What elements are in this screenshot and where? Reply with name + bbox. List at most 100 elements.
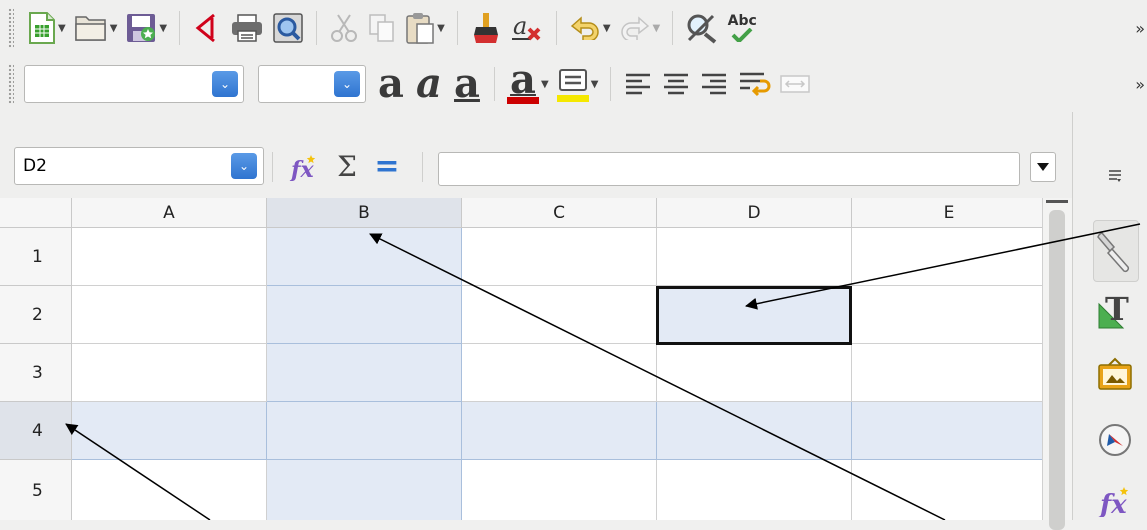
toolbar-overflow-button[interactable]: » [1135, 75, 1145, 94]
column-header-a[interactable]: A [72, 198, 267, 228]
cell-e1[interactable] [852, 228, 1042, 286]
spelling-button[interactable]: Abc [725, 6, 759, 50]
cell-c4[interactable] [462, 402, 657, 460]
sidebar-gallery-button[interactable] [1093, 352, 1137, 396]
cell-a3[interactable] [72, 344, 267, 402]
cell-e3[interactable] [852, 344, 1042, 402]
italic-button[interactable]: a [412, 62, 446, 106]
sidebar-navigator-button[interactable] [1093, 418, 1137, 462]
dropdown-arrow-icon[interactable]: ▼ [653, 23, 661, 34]
column-header-c[interactable]: C [462, 198, 657, 228]
sidebar-menu-button[interactable] [1093, 156, 1137, 196]
name-box-input[interactable] [15, 155, 231, 177]
font-name-dropdown-button[interactable]: ⌄ [212, 71, 238, 97]
sidebar-styles-button[interactable]: T [1093, 290, 1137, 334]
cell-e2[interactable] [852, 286, 1042, 344]
cell-d3[interactable] [657, 344, 852, 402]
print-preview-button[interactable] [270, 6, 306, 50]
font-name-input[interactable] [25, 66, 212, 102]
column-header-e[interactable]: E [852, 198, 1042, 228]
cell-a4[interactable] [72, 402, 267, 460]
row-header-5[interactable]: 5 [0, 460, 72, 520]
export-pdf-button[interactable] [190, 6, 224, 50]
cell-b2[interactable] [267, 286, 462, 344]
expand-formula-bar-button[interactable] [1030, 152, 1056, 182]
cell-d4[interactable] [657, 402, 852, 460]
open-folder-icon [74, 16, 106, 41]
find-replace-button[interactable] [683, 6, 721, 50]
cell-c5[interactable] [462, 460, 657, 520]
toolbar-grip[interactable] [8, 64, 14, 104]
cell-c3[interactable] [462, 344, 657, 402]
function-wizard-button[interactable]: fx [286, 150, 322, 184]
dropdown-arrow-icon[interactable]: ▼ [437, 23, 445, 34]
cell-b1[interactable] [267, 228, 462, 286]
font-color-button[interactable]: a ▼ [505, 59, 551, 106]
sidebar-functions-button[interactable]: fx [1093, 478, 1137, 522]
font-size-dropdown-button[interactable]: ⌄ [334, 71, 360, 97]
open-button[interactable]: ▼ [72, 6, 120, 50]
row-header-2[interactable]: 2 [0, 286, 72, 344]
cell-a5[interactable] [72, 460, 267, 520]
italic-icon: a [416, 60, 442, 107]
scroll-top-marker [1046, 200, 1068, 203]
wrap-text-icon [740, 72, 771, 97]
column-header-d[interactable]: D [657, 198, 852, 228]
dropdown-arrow-icon[interactable]: ▼ [159, 23, 167, 34]
font-name-combo[interactable]: ⌄ [24, 65, 244, 103]
toolbar-overflow-button[interactable]: » [1135, 19, 1145, 38]
row-header-1[interactable]: 1 [0, 228, 72, 286]
new-button[interactable]: ▼ [26, 6, 68, 50]
cell-d1[interactable] [657, 228, 852, 286]
background-color-button[interactable]: ▼ [555, 62, 601, 106]
cell-b3[interactable] [267, 344, 462, 402]
cell-a1[interactable] [72, 228, 267, 286]
cell-e5[interactable] [852, 460, 1042, 520]
cell-c1[interactable] [462, 228, 657, 286]
dropdown-arrow-icon[interactable]: ▼ [603, 23, 611, 34]
dropdown-arrow-icon[interactable]: ▼ [591, 79, 599, 90]
row-header-3[interactable]: 3 [0, 344, 72, 402]
save-button[interactable]: ▼ [123, 6, 169, 50]
print-button[interactable] [228, 6, 266, 50]
clone-formatting-button[interactable] [468, 6, 504, 50]
cell-a2[interactable] [72, 286, 267, 344]
formula-input[interactable] [438, 152, 1020, 186]
cell-d5[interactable] [657, 460, 852, 520]
cut-button[interactable] [327, 6, 361, 50]
wrap-text-button[interactable] [735, 62, 773, 106]
column-header-b[interactable]: B [267, 198, 462, 228]
align-center-button[interactable] [659, 62, 693, 106]
row-header-4[interactable]: 4 [0, 402, 72, 460]
scrollbar-thumb[interactable] [1049, 210, 1065, 530]
align-right-button[interactable] [697, 62, 731, 106]
font-size-combo[interactable]: ⌄ [258, 65, 366, 103]
dropdown-arrow-icon[interactable]: ▼ [58, 23, 66, 34]
sum-button[interactable]: Σ [332, 148, 362, 184]
sidebar-properties-button[interactable] [1093, 220, 1139, 282]
undo-button[interactable]: ▼ [567, 6, 613, 50]
paste-button[interactable]: ▼ [403, 6, 447, 50]
copy-button[interactable] [365, 6, 399, 50]
dropdown-arrow-icon[interactable]: ▼ [110, 23, 118, 34]
vertical-scrollbar[interactable] [1042, 198, 1073, 530]
toolbar-grip[interactable] [8, 8, 14, 48]
name-box-dropdown-button[interactable]: ⌄ [231, 153, 257, 179]
dropdown-arrow-icon[interactable]: ▼ [541, 79, 549, 90]
cell-b5[interactable] [267, 460, 462, 520]
cell-b4[interactable] [267, 402, 462, 460]
redo-button[interactable]: ▼ [617, 6, 663, 50]
active-cell-d2[interactable] [656, 286, 852, 345]
underline-button[interactable]: a [450, 62, 484, 106]
select-all-corner[interactable] [0, 198, 72, 228]
merge-cells-button[interactable] [777, 62, 813, 106]
clear-formatting-button[interactable]: a [508, 6, 546, 50]
font-size-input[interactable] [259, 66, 334, 102]
cell-c2[interactable] [462, 286, 657, 344]
cell-e4[interactable] [852, 402, 1042, 460]
toolbar-separator [316, 11, 318, 45]
name-box[interactable]: ⌄ [14, 147, 264, 185]
formula-button[interactable]: = [372, 148, 402, 184]
align-left-button[interactable] [621, 62, 655, 106]
bold-button[interactable]: a [374, 62, 408, 106]
